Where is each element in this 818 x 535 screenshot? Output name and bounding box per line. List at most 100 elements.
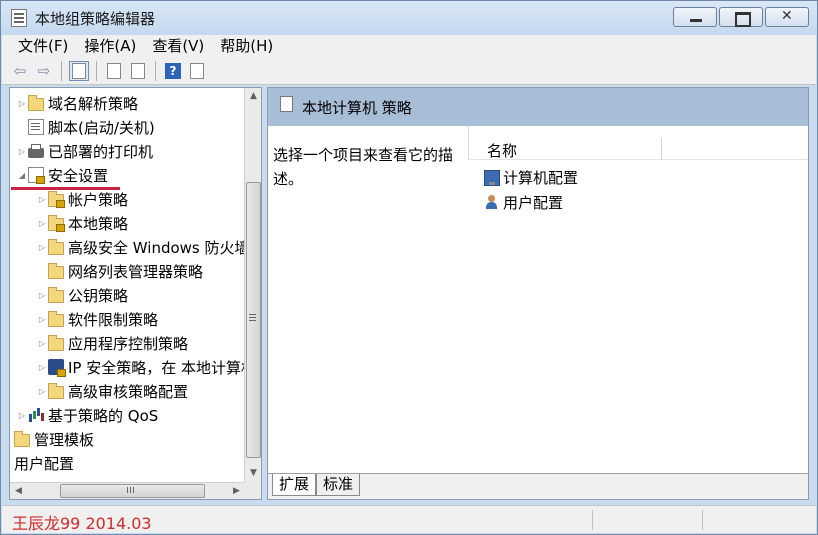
tree-item-deployed-printers[interactable]: ▷ 已部署的打印机 xyxy=(16,139,153,163)
menu-action[interactable]: 操作(A) xyxy=(76,35,144,57)
tree-item-label: 用户配置 xyxy=(14,454,75,473)
folder-icon xyxy=(28,94,44,111)
menu-view[interactable]: 查看(V) xyxy=(144,35,212,57)
main-window: 本地组策略编辑器 文件(F) 操作(A) 查看(V) 帮助(H) ⇦ ⇨ ? ▷… xyxy=(0,0,818,535)
maximize-button[interactable] xyxy=(719,7,763,27)
tree-item-label: 高级审核策略配置 xyxy=(68,382,189,401)
folder-icon xyxy=(48,382,64,399)
tree-item-advanced-audit[interactable]: ▷ 高级审核策略配置 xyxy=(36,379,188,403)
scroll-up-icon[interactable]: ▲ xyxy=(245,88,261,105)
menu-file[interactable]: 文件(F) xyxy=(10,35,76,57)
tree-vertical-scrollbar[interactable]: ▲ ▼ xyxy=(244,88,261,482)
script-icon xyxy=(28,119,44,135)
toolbar-separator xyxy=(96,60,97,81)
policy-document-icon xyxy=(280,96,293,112)
view-tabs: 扩展 标准 xyxy=(268,473,808,499)
folder-icon xyxy=(48,286,64,303)
qos-chart-icon xyxy=(28,407,44,423)
list-header: 名称 xyxy=(468,126,808,161)
tab-extended[interactable]: 扩展 xyxy=(272,474,317,496)
help-icon[interactable]: ? xyxy=(163,61,183,81)
list-item-label: 用户配置 xyxy=(503,193,564,212)
tree-item-scripts[interactable]: 脚本(启动/关机) xyxy=(16,115,155,139)
tree-item-security-settings[interactable]: ◢ 安全设置 xyxy=(16,163,108,187)
expand-arrow-icon[interactable]: ▷ xyxy=(36,195,48,204)
tree-item-admin-templates[interactable]: 管理模板 xyxy=(10,427,94,451)
locked-folder-icon xyxy=(48,190,65,208)
expand-arrow-icon[interactable]: ▷ xyxy=(36,363,48,372)
export-list-icon[interactable] xyxy=(128,61,148,81)
scroll-thumb[interactable] xyxy=(246,182,261,458)
tree-pane: ▷ 域名解析策略 脚本(启动/关机) ▷ 已部署的打印机 ◢ 安全设置 ▷ 帐户… xyxy=(9,87,262,500)
tree-item-label: 已部署的打印机 xyxy=(48,142,154,161)
list-item-computer-config[interactable]: 计算机配置 xyxy=(484,166,578,188)
tree-item-label: 管理模板 xyxy=(34,430,95,449)
column-separator[interactable] xyxy=(661,138,662,160)
column-header-name[interactable]: 名称 xyxy=(487,140,517,161)
expand-arrow-icon[interactable]: ▷ xyxy=(16,411,28,420)
expand-arrow-icon[interactable]: ▷ xyxy=(36,219,48,228)
back-arrow-icon[interactable]: ⇦ xyxy=(10,61,30,81)
menu-help[interactable]: 帮助(H) xyxy=(212,35,281,57)
tree-item-label: 安全设置 xyxy=(48,166,109,185)
tree-horizontal-scrollbar[interactable]: ◀ ▶ xyxy=(10,482,245,499)
scrollbar-corner xyxy=(244,482,261,499)
tree-item-windows-firewall[interactable]: ▷ 高级安全 Windows 防火墙 xyxy=(36,235,250,259)
scroll-right-icon[interactable]: ▶ xyxy=(228,483,245,499)
scroll-down-icon[interactable]: ▼ xyxy=(245,465,261,482)
menu-bar: 文件(F) 操作(A) 查看(V) 帮助(H) xyxy=(2,35,816,57)
list-item-user-config[interactable]: 用户配置 xyxy=(484,191,563,213)
ip-security-icon xyxy=(48,359,66,377)
tree-item-label: 本地策略 xyxy=(68,214,129,233)
expand-arrow-icon[interactable]: ▷ xyxy=(16,147,28,156)
tree-item-app-control[interactable]: ▷ 应用程序控制策略 xyxy=(36,331,188,355)
security-settings-icon xyxy=(28,167,45,184)
toolbar-separator xyxy=(155,60,156,81)
scroll-left-icon[interactable]: ◀ xyxy=(10,483,27,499)
tree-item-local-policies[interactable]: ▷ 本地策略 xyxy=(36,211,128,235)
printer-icon xyxy=(28,144,44,158)
scroll-thumb[interactable] xyxy=(60,484,205,498)
details-body: 选择一个项目来查看它的描述。 名称 计算机配置 用户配置 xyxy=(268,126,808,475)
show-hide-tree-icon[interactable] xyxy=(69,60,89,81)
expand-arrow-icon[interactable]: ▷ xyxy=(36,291,48,300)
tree-item-ip-security[interactable]: ▷ IP 安全策略，在 本地计算机 xyxy=(36,355,256,379)
forward-arrow-icon[interactable]: ⇨ xyxy=(34,61,54,81)
header-divider xyxy=(469,159,808,160)
action-pane-icon[interactable] xyxy=(187,61,207,81)
tree-item-public-key-policies[interactable]: ▷ 公钥策略 xyxy=(36,283,128,307)
tree-item-label: 基于策略的 QoS xyxy=(48,406,159,425)
folder-icon xyxy=(14,430,30,447)
expand-arrow-icon[interactable]: ▷ xyxy=(36,387,48,396)
properties-icon[interactable] xyxy=(104,61,124,81)
tree-item-user-configuration[interactable]: 用户配置 xyxy=(14,451,74,475)
tree-item-dns-policy[interactable]: ▷ 域名解析策略 xyxy=(16,91,138,115)
tree-item-label: 应用程序控制策略 xyxy=(68,334,189,353)
close-button[interactable] xyxy=(765,7,809,27)
expand-arrow-icon[interactable]: ▷ xyxy=(36,339,48,348)
tree-item-label: 网络列表管理器策略 xyxy=(68,262,204,281)
tree-item-label: 公钥策略 xyxy=(68,286,129,305)
tree-item-qos[interactable]: ▷ 基于策略的 QoS xyxy=(16,403,158,427)
tree-item-network-list-policies[interactable]: 网络列表管理器策略 xyxy=(36,259,203,283)
description-text: 选择一个项目来查看它的描述。 xyxy=(273,146,454,188)
tab-standard[interactable]: 标准 xyxy=(316,474,361,496)
expand-arrow-icon[interactable]: ▷ xyxy=(36,243,48,252)
locked-folder-icon xyxy=(48,214,65,232)
annotation-underline xyxy=(11,187,120,190)
window-controls xyxy=(673,7,809,27)
tree-item-account-policies[interactable]: ▷ 帐户策略 xyxy=(36,187,128,211)
minimize-button[interactable] xyxy=(673,7,717,27)
tree-item-label: 高级安全 Windows 防火墙 xyxy=(68,238,250,257)
expand-arrow-icon[interactable]: ▷ xyxy=(16,99,28,108)
status-separator xyxy=(702,510,703,530)
status-text: 王辰龙99 2014.03 xyxy=(12,514,152,533)
tree-item-label: IP 安全策略，在 本地计算机 xyxy=(68,358,257,377)
details-title: 本地计算机 策略 xyxy=(302,99,412,117)
tree-item-software-restriction[interactable]: ▷ 软件限制策略 xyxy=(36,307,158,331)
tree-item-label: 软件限制策略 xyxy=(68,310,159,329)
folder-icon xyxy=(48,334,64,351)
toolbar: ⇦ ⇨ ? xyxy=(2,57,816,85)
expand-arrow-icon[interactable]: ▷ xyxy=(36,315,48,324)
collapse-arrow-icon[interactable]: ◢ xyxy=(16,171,28,180)
